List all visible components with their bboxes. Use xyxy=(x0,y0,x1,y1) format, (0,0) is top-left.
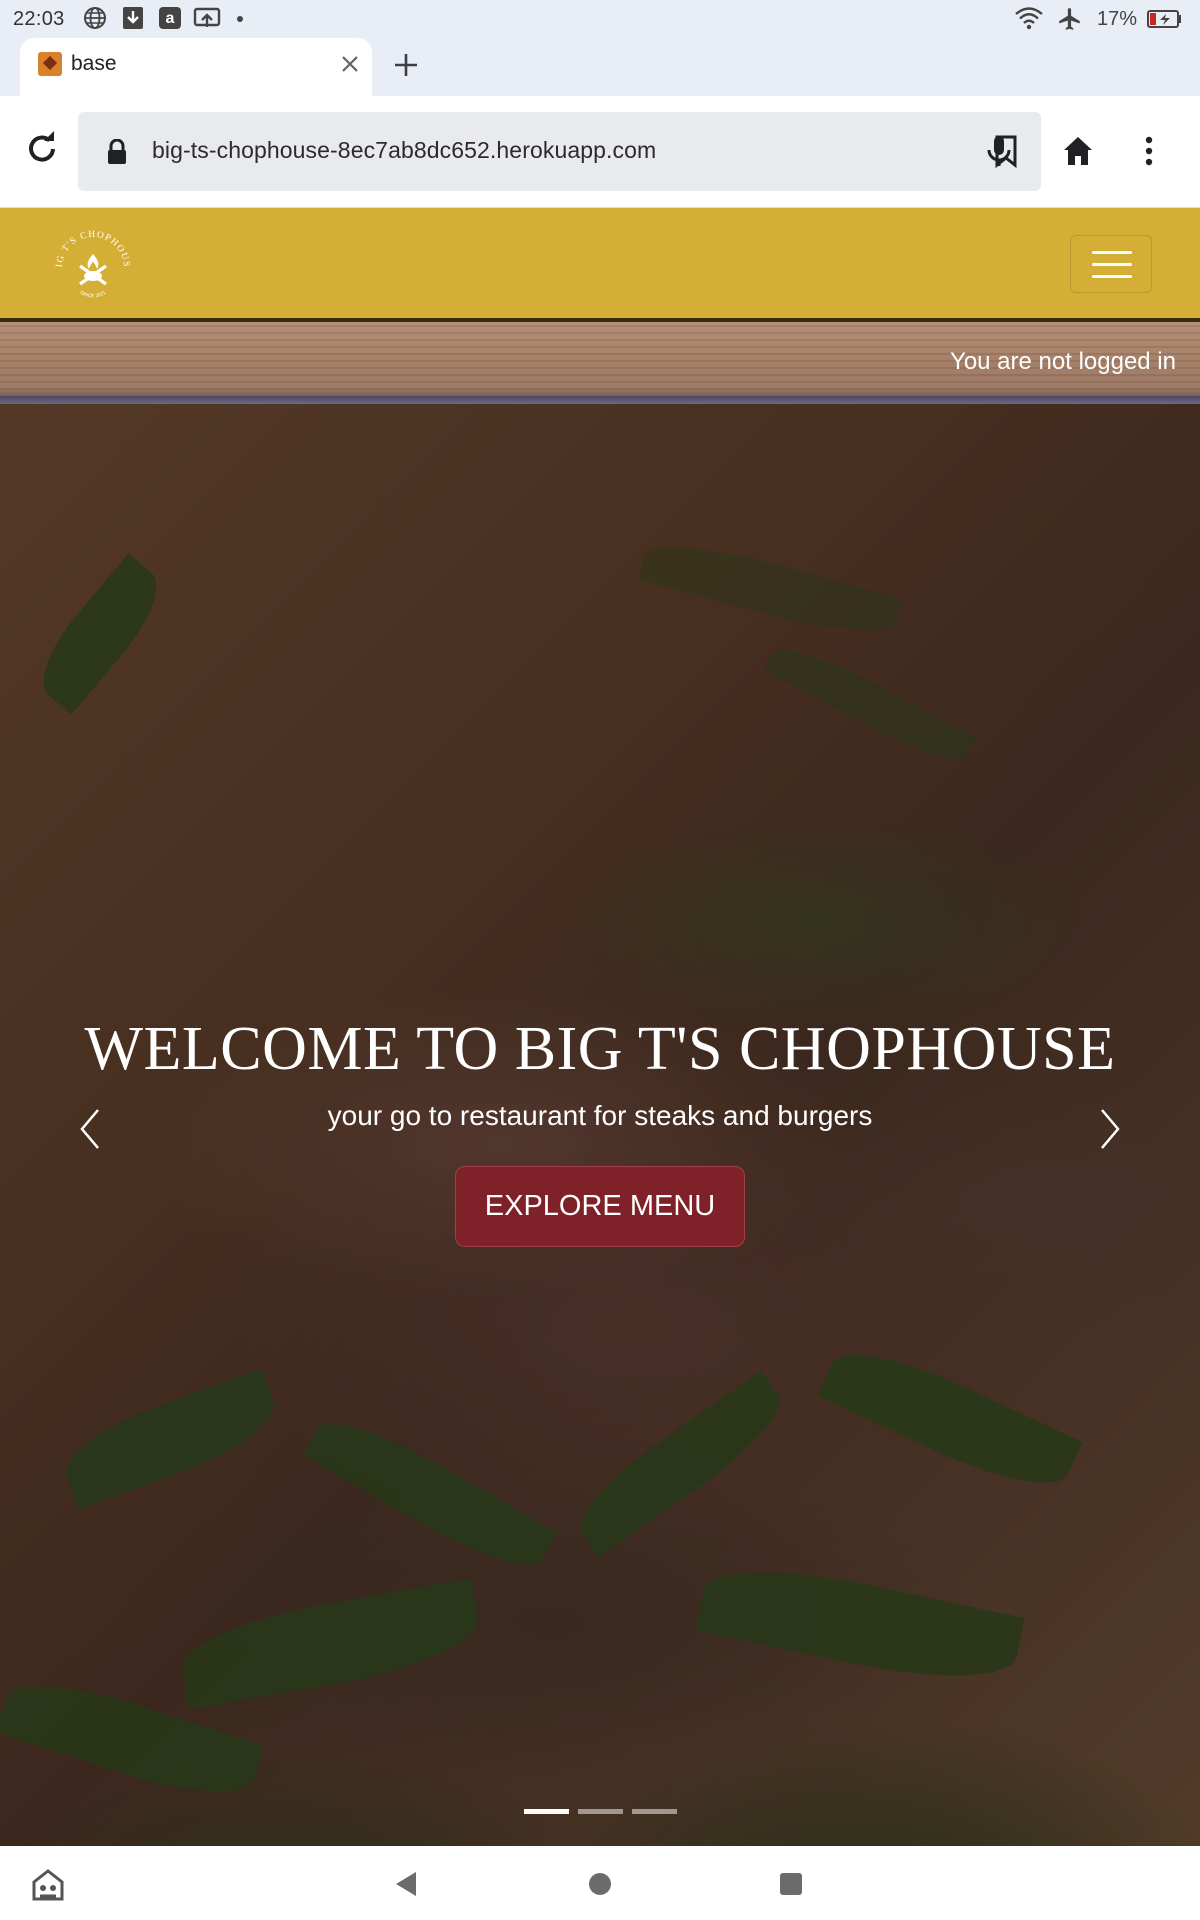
hero-carousel: WELCOME TO BIG T'S CHOPHOUSE your go to … xyxy=(0,404,1200,1846)
wood-strip-edge xyxy=(0,396,1200,404)
microphone-icon[interactable] xyxy=(981,133,1017,169)
home-circle-icon[interactable] xyxy=(588,1872,612,1896)
favicon-icon xyxy=(38,52,62,76)
recents-icon[interactable] xyxy=(780,1873,802,1895)
status-bar: 22:03 a 17% xyxy=(0,0,1200,38)
hero-title: WELCOME TO BIG T'S CHOPHOUSE xyxy=(84,1015,1116,1083)
site-navbar: BIG T'S CHOPHOUSE SINCE 2021 xyxy=(0,208,1200,322)
plus-icon[interactable] xyxy=(390,49,422,81)
url-text[interactable]: big-ts-chophouse-8ec7ab8dc652.herokuapp.… xyxy=(152,137,656,164)
wifi-icon xyxy=(1015,7,1043,30)
carousel-prev-icon[interactable] xyxy=(72,1106,108,1152)
amazon-icon: a xyxy=(159,7,181,29)
carousel-indicator[interactable] xyxy=(578,1809,623,1814)
hamburger-line xyxy=(1092,275,1132,278)
status-time: 22:03 xyxy=(13,8,65,30)
address-bar[interactable]: big-ts-chophouse-8ec7ab8dc652.herokuapp.… xyxy=(78,112,1041,191)
hamburger-line xyxy=(1092,263,1132,266)
browser-toolbar: big-ts-chophouse-8ec7ab8dc652.herokuapp.… xyxy=(0,96,1200,208)
explore-menu-button[interactable]: EXPLORE MENU xyxy=(455,1166,745,1247)
battery-icon xyxy=(1147,10,1181,28)
carousel-indicator[interactable] xyxy=(524,1809,569,1814)
system-nav-bar xyxy=(0,1846,1200,1920)
home-icon[interactable] xyxy=(1060,133,1096,169)
more-vert-icon[interactable] xyxy=(1131,133,1167,169)
reload-icon[interactable] xyxy=(22,129,62,169)
login-status-text: You are not logged in xyxy=(950,348,1176,375)
svg-text:SINCE 2021: SINCE 2021 xyxy=(79,290,108,300)
dot-icon xyxy=(237,16,243,22)
cast-icon xyxy=(193,7,221,27)
hero-subtitle: your go to restaurant for steaks and bur… xyxy=(327,1100,873,1131)
assistant-icon[interactable] xyxy=(30,1868,66,1902)
battery-percent: 17% xyxy=(1097,8,1138,30)
lock-icon[interactable] xyxy=(106,139,128,165)
hamburger-line xyxy=(1092,251,1132,254)
tab-strip: base xyxy=(0,38,1200,96)
login-status-bar: You are not logged in xyxy=(0,322,1200,404)
browser-tab[interactable]: base xyxy=(20,38,372,96)
globe-icon xyxy=(84,7,106,29)
back-icon[interactable] xyxy=(394,1870,418,1898)
tab-title: base xyxy=(71,52,117,75)
download-icon xyxy=(123,7,143,29)
logo-since-text: SINCE 2021 xyxy=(79,290,108,300)
close-icon[interactable] xyxy=(337,51,363,77)
svg-text:a: a xyxy=(166,10,175,27)
airplane-icon xyxy=(1059,8,1080,30)
navbar-toggle-button[interactable] xyxy=(1070,235,1152,293)
carousel-indicator[interactable] xyxy=(632,1809,677,1814)
carousel-next-icon[interactable] xyxy=(1092,1106,1128,1152)
site-logo[interactable]: BIG T'S CHOPHOUSE SINCE 2021 xyxy=(52,224,134,306)
